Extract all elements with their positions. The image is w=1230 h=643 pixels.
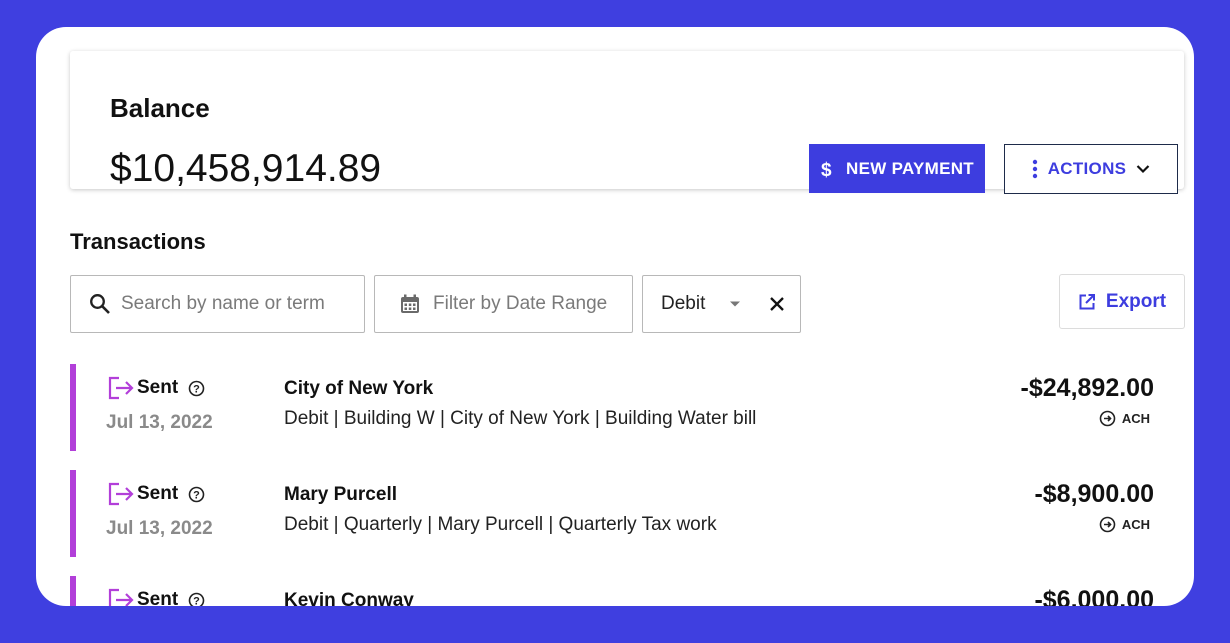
transaction-row[interactable]: Sent ? Jul 13, 2022 City of New York Deb… <box>70 364 1184 451</box>
transaction-method-label: ACH <box>1121 411 1150 426</box>
dropdown-arrow-icon[interactable] <box>729 300 741 308</box>
transaction-amount: -$24,892.00 <box>1020 374 1154 402</box>
transaction-status: Sent ? <box>108 482 205 506</box>
new-payment-button[interactable]: $ NEW PAYMENT <box>809 144 985 193</box>
transaction-row[interactable]: Sent ? Kevin Conway -$6,000.00 <box>70 576 1184 606</box>
transaction-name: Mary Purcell <box>284 484 397 505</box>
balance-card: Balance $10,458,914.89 $ NEW PAYMENT ACT… <box>70 51 1184 194</box>
date-range-filter[interactable]: Filter by Date Range <box>374 275 633 333</box>
help-icon[interactable]: ? <box>188 486 205 503</box>
transaction-method: ACH <box>1099 410 1150 427</box>
svg-text:?: ? <box>193 595 200 606</box>
transaction-date: Jul 13, 2022 <box>106 518 213 539</box>
transaction-method-label: ACH <box>1121 517 1150 532</box>
transaction-name: Kevin Conway <box>284 590 414 606</box>
sent-icon <box>108 482 135 506</box>
type-filter-select[interactable]: Debit <box>642 275 801 333</box>
chevron-down-icon <box>1136 164 1150 174</box>
export-button[interactable]: Export <box>1059 274 1185 329</box>
transaction-status-label: Sent <box>137 377 179 398</box>
external-link-icon <box>1078 293 1096 311</box>
transaction-row[interactable]: Sent ? Jul 13, 2022 Mary Purcell Debit |… <box>70 470 1184 557</box>
ach-icon <box>1099 410 1116 427</box>
transactions-title: Transactions <box>70 229 206 254</box>
new-payment-label: NEW PAYMENT <box>846 158 974 178</box>
svg-text:$: $ <box>821 160 832 179</box>
calendar-icon <box>399 293 421 315</box>
more-vert-icon <box>1032 159 1038 179</box>
transaction-description: Debit | Quarterly | Mary Purcell | Quart… <box>284 514 717 535</box>
ach-icon <box>1099 516 1116 533</box>
transaction-amount: -$6,000.00 <box>1034 586 1154 606</box>
transaction-status-bar <box>70 576 76 606</box>
help-icon[interactable]: ? <box>188 592 205 606</box>
actions-button[interactable]: ACTIONS <box>1004 144 1178 194</box>
svg-text:?: ? <box>193 383 200 395</box>
transaction-amount: -$8,900.00 <box>1034 480 1154 508</box>
balance-amount: $10,458,914.89 <box>110 147 382 190</box>
transaction-status-bar <box>70 364 76 451</box>
transaction-status-bar <box>70 470 76 557</box>
search-placeholder: Search by name or term <box>121 293 325 314</box>
transaction-description: Debit | Building W | City of New York | … <box>284 408 757 429</box>
type-filter-value: Debit <box>661 293 706 314</box>
dollar-icon: $ <box>820 159 834 179</box>
close-icon[interactable] <box>769 296 785 312</box>
search-icon <box>89 293 111 315</box>
search-input[interactable]: Search by name or term <box>70 275 365 333</box>
transaction-method: ACH <box>1099 516 1150 533</box>
transaction-name: City of New York <box>284 378 434 399</box>
date-range-placeholder: Filter by Date Range <box>433 293 608 314</box>
export-label: Export <box>1105 290 1167 312</box>
help-icon[interactable]: ? <box>188 380 205 397</box>
transaction-status: Sent ? <box>108 588 205 606</box>
transaction-status: Sent ? <box>108 376 205 400</box>
balance-title: Balance <box>110 93 210 123</box>
transaction-status-label: Sent <box>137 483 179 504</box>
transaction-status-label: Sent <box>137 589 179 606</box>
sent-icon <box>108 588 135 606</box>
sent-icon <box>108 376 135 400</box>
svg-text:?: ? <box>193 489 200 501</box>
transaction-date: Jul 13, 2022 <box>106 412 213 433</box>
app-frame: Balance $10,458,914.89 $ NEW PAYMENT ACT… <box>36 27 1194 606</box>
actions-label: ACTIONS <box>1047 159 1127 178</box>
